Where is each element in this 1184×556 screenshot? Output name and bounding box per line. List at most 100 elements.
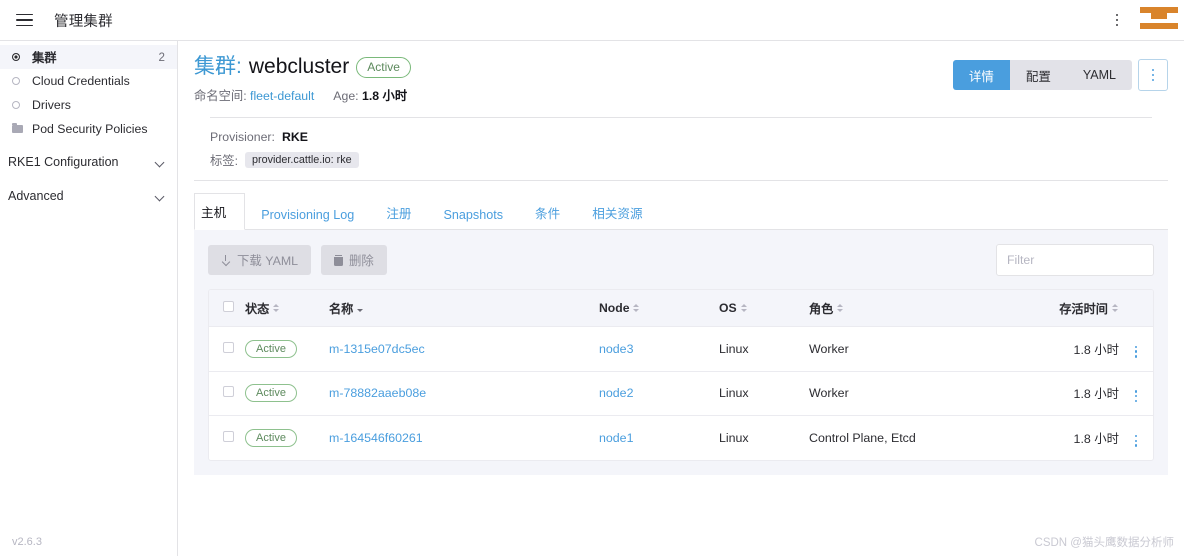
machine-link[interactable]: m-164546f60261 <box>329 431 423 445</box>
sidebar-group-advanced[interactable]: Advanced <box>0 183 177 209</box>
row-age-cell: 1.8 小时 <box>999 326 1119 372</box>
row-select-cell <box>209 326 245 372</box>
resource-metadata: Provisioner: RKE 标签: provider.cattle.io:… <box>210 117 1152 169</box>
masthead-actions: 详情 配置 YAML <box>952 55 1168 91</box>
node-link[interactable]: node2 <box>599 386 633 400</box>
sort-icon <box>837 303 844 313</box>
download-yaml-label: 下载 YAML <box>237 254 299 269</box>
namespace-label: 命名空间: <box>194 89 247 104</box>
page-title: 集群: webcluster Active <box>194 55 953 79</box>
search-input[interactable] <box>1007 253 1143 268</box>
vertical-dots-icon[interactable] <box>1100 0 1134 41</box>
column-header-age[interactable]: 存活时间 <box>999 290 1119 328</box>
row-checkbox[interactable] <box>223 341 234 353</box>
delete-button[interactable]: 删除 <box>321 245 387 276</box>
masthead-subtitle: 命名空间: fleet-default Age: 1.8 小时 <box>194 86 953 104</box>
select-all-checkbox[interactable] <box>223 301 234 313</box>
hamburger-icon[interactable] <box>11 7 37 33</box>
driver-dot-icon <box>12 101 26 109</box>
view-mode-button-group: 详情 配置 YAML <box>952 60 1132 90</box>
sidebar: 集群 2 Cloud Credentials Drivers Pod Secur… <box>0 41 178 556</box>
table-row: Active m-164546f60261 node1 Linux Contro… <box>209 416 1153 460</box>
tab-snapshots[interactable]: Snapshots <box>428 199 520 230</box>
row-checkbox[interactable] <box>223 431 234 442</box>
table-row: Active m-78882aaeb08e node2 Linux Worker… <box>209 371 1153 417</box>
row-actions-cell <box>1119 371 1153 417</box>
chevron-down-icon <box>156 192 165 201</box>
vertical-dots-icon[interactable] <box>1132 387 1140 405</box>
tab-yaml-button[interactable]: YAML <box>1066 60 1132 90</box>
folder-icon <box>12 122 26 133</box>
row-name-cell: m-164546f60261 <box>329 416 599 460</box>
resource-masthead: 集群: webcluster Active 命名空间: fleet-defaul… <box>178 41 1184 182</box>
node-link[interactable]: node3 <box>599 342 633 356</box>
sidebar-item-label: Pod Security Policies <box>32 122 148 136</box>
sidebar-item-cloud-credentials[interactable]: Cloud Credentials <box>0 69 177 93</box>
age-value: 1.8 小时 <box>362 89 408 104</box>
column-header-os[interactable]: OS <box>719 290 809 328</box>
row-os-cell: Linux <box>719 431 749 445</box>
filter-box <box>996 244 1154 277</box>
row-select-cell <box>209 416 245 460</box>
sidebar-item-drivers[interactable]: Drivers <box>0 93 177 117</box>
table-body: Active m-1315e07dc5ec node3 Linux Worker… <box>209 326 1153 460</box>
rancher-logo-icon[interactable] <box>1140 6 1178 34</box>
column-label: Node <box>599 301 630 316</box>
vertical-dots-icon[interactable] <box>1132 343 1140 361</box>
sidebar-item-pod-security-policies[interactable]: Pod Security Policies <box>0 117 177 141</box>
machine-link[interactable]: m-78882aaeb08e <box>329 386 426 400</box>
sort-icon <box>740 303 748 313</box>
sidebar-group-rke1-configuration[interactable]: RKE1 Configuration <box>0 149 177 175</box>
row-name-cell: m-78882aaeb08e <box>329 371 599 417</box>
row-os-cell: Linux <box>719 326 809 372</box>
table-row: Active m-1315e07dc5ec node3 Linux Worker… <box>209 326 1153 372</box>
trash-icon <box>334 254 344 266</box>
tab-registration[interactable]: 注册 <box>370 194 427 230</box>
row-select-cell <box>209 371 245 417</box>
row-state-cell: Active <box>245 326 329 372</box>
row-actions-cell <box>1119 326 1153 372</box>
chevron-down-icon <box>156 158 165 167</box>
top-header-right <box>1100 0 1184 40</box>
status-badge: Active <box>245 384 297 403</box>
tab-provisioning-log[interactable]: Provisioning Log <box>245 199 370 230</box>
sidebar-group-label: RKE1 Configuration <box>8 155 119 169</box>
tab-machines[interactable]: 主机 <box>194 193 246 231</box>
vertical-dots-icon[interactable] <box>1138 59 1168 91</box>
machine-link[interactable]: m-1315e07dc5ec <box>329 342 425 356</box>
row-age-cell: 1.8 小时 <box>1073 432 1119 446</box>
app-root: 管理集群 集群 2 Cloud Credentials Drivers Pod … <box>0 0 1184 556</box>
row-checkbox[interactable] <box>223 386 234 398</box>
row-actions-cell <box>1119 416 1153 460</box>
tab-conditions[interactable]: 条件 <box>519 194 576 230</box>
tab-detail-button[interactable]: 详情 <box>952 60 1010 90</box>
status-badge: Active <box>245 339 297 358</box>
row-role-cell: Control Plane, Etcd <box>809 431 916 445</box>
row-name-cell: m-1315e07dc5ec <box>329 326 599 372</box>
sidebar-group-label: Advanced <box>8 189 64 203</box>
tabs-region: 主机 Provisioning Log 注册 Snapshots 条件 相关资源 <box>178 181 1184 231</box>
column-header-state[interactable]: 状态 <box>245 290 329 328</box>
body-area: 集群 2 Cloud Credentials Drivers Pod Secur… <box>0 41 1184 556</box>
provisioner-row: Provisioner: RKE <box>210 130 1152 144</box>
vertical-dots-icon[interactable] <box>1132 432 1140 450</box>
tab-related-resources[interactable]: 相关资源 <box>576 194 658 230</box>
column-header-name[interactable]: 名称 <box>329 290 599 328</box>
node-link[interactable]: node1 <box>599 431 633 445</box>
table-header-row: 状态 名称 Node OS 角色 存活时间 <box>209 290 1153 328</box>
sidebar-item-clusters[interactable]: 集群 2 <box>0 45 177 69</box>
masthead-row: 集群: webcluster Active 命名空间: fleet-defaul… <box>194 55 1168 104</box>
resource-kind-label: 集群: <box>194 55 242 78</box>
table-head: 状态 名称 Node OS 角色 存活时间 <box>209 290 1153 328</box>
sort-icon <box>1112 303 1119 313</box>
sidebar-item-label: 集群 <box>32 51 57 65</box>
sidebar-item-count: 2 <box>158 50 165 64</box>
namespace-link[interactable]: fleet-default <box>250 89 314 103</box>
masthead-title-block: 集群: webcluster Active 命名空间: fleet-defaul… <box>194 55 953 104</box>
tab-config-button[interactable]: 配置 <box>1009 60 1067 90</box>
download-yaml-button[interactable]: 下载 YAML <box>208 245 312 276</box>
row-role-cell: Worker <box>809 371 999 417</box>
column-header-role[interactable]: 角色 <box>809 290 999 328</box>
age-label: Age: <box>333 89 359 104</box>
column-header-node[interactable]: Node <box>599 290 719 328</box>
